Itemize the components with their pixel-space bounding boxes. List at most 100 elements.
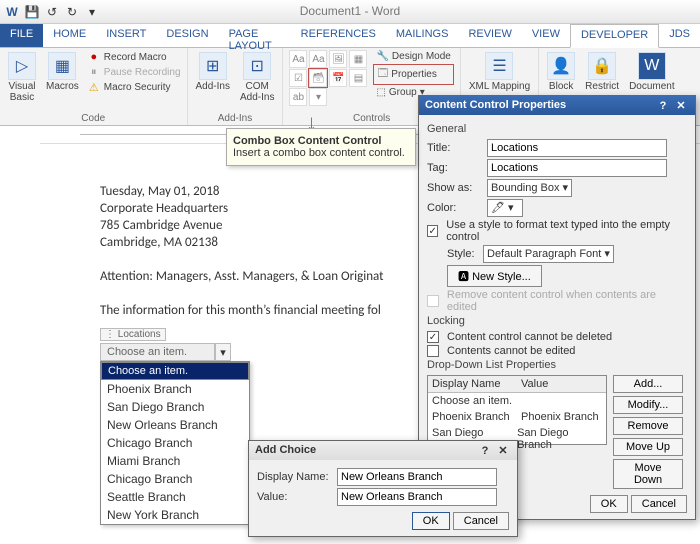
field-label: Color: (427, 202, 483, 214)
tag-input[interactable] (487, 159, 667, 177)
dropdown-option[interactable]: San Diego Branch (101, 398, 249, 416)
block-button[interactable]: 👤Block (545, 50, 577, 94)
dropdown-list[interactable]: Display NameValue Choose an item. Phoeni… (427, 375, 607, 445)
dropdown-option[interactable]: Chicago Branch (101, 470, 249, 488)
dropdown-option[interactable]: Phoenix Branch (101, 380, 249, 398)
xml-mapping-button[interactable]: ☰XML Mapping (467, 50, 532, 94)
section-header: Drop-Down List Properties (427, 359, 687, 371)
move-down-button[interactable]: Move Down (613, 459, 683, 489)
quick-access-toolbar: W 💾 ↺ ↻ ▾ (0, 0, 700, 24)
control-icon[interactable]: 📅 (329, 69, 347, 87)
combo-box-control-icon[interactable]: 🗃 (309, 69, 327, 87)
tab-jds[interactable]: JDS (659, 24, 700, 47)
dropdown-option[interactable]: Chicago Branch (101, 434, 249, 452)
dropdown-option[interactable]: Choose an item. (101, 362, 249, 380)
tab-design[interactable]: DESIGN (156, 24, 218, 47)
tab-page-layout[interactable]: PAGE LAYOUT (219, 24, 291, 47)
section-header: Locking (427, 315, 687, 327)
close-icon[interactable]: ✕ (495, 444, 511, 457)
tab-mailings[interactable]: MAILINGS (386, 24, 459, 47)
group-label: Add-Ins (194, 113, 277, 124)
add-choice-dialog: Add Choice ?✕ Display Name: Value: OK Ca… (248, 440, 518, 537)
use-style-checkbox[interactable] (427, 225, 438, 237)
combo-box-title-tag: ⋮ Locations (100, 328, 166, 341)
modify-button[interactable]: Modify... (613, 396, 683, 414)
close-icon[interactable]: ✕ (673, 99, 689, 112)
tab-home[interactable]: HOME (43, 24, 96, 47)
dropdown-option[interactable]: Miami Branch (101, 452, 249, 470)
tab-review[interactable]: REVIEW (458, 24, 521, 47)
control-icon[interactable]: Aa (289, 50, 307, 68)
title-input[interactable] (487, 139, 667, 157)
lock-delete-checkbox[interactable] (427, 331, 439, 343)
dialog-titlebar: Content Control Properties ?✕ (419, 96, 695, 115)
field-label: Display Name: (257, 471, 333, 483)
control-icon[interactable]: 🖼 (329, 50, 347, 68)
list-row[interactable]: Phoenix BranchPhoenix Branch (428, 409, 606, 425)
new-style-button[interactable]: 🅰 New Style... (447, 265, 542, 287)
tab-file[interactable]: FILE (0, 24, 43, 47)
record-macro-button[interactable]: ●Record Macro (87, 50, 181, 64)
control-icon[interactable]: ▤ (349, 69, 367, 87)
help-icon[interactable]: ? (655, 100, 671, 112)
macro-security-button[interactable]: ⚠Macro Security (87, 80, 181, 94)
dialog-titlebar: Add Choice ?✕ (249, 441, 517, 460)
remove-button[interactable]: Remove (613, 417, 683, 435)
group-label: Code (6, 113, 181, 124)
tab-insert[interactable]: INSERT (96, 24, 156, 47)
tab-view[interactable]: VIEW (522, 24, 570, 47)
visual-basic-button[interactable]: ▷Visual Basic (6, 50, 38, 105)
com-addins-button[interactable]: ⊡COM Add-Ins (238, 50, 276, 105)
addins-button[interactable]: ⊞Add-Ins (194, 50, 232, 94)
field-label: Style: (447, 248, 479, 260)
undo-icon[interactable]: ↺ (44, 4, 60, 20)
cancel-button[interactable]: Cancel (631, 495, 687, 513)
group-addins: ⊞Add-Ins ⊡COM Add-Ins Add-Ins (188, 48, 284, 125)
add-button[interactable]: Add... (613, 375, 683, 393)
properties-button[interactable]: 🗔Properties (373, 64, 453, 85)
field-label: Title: (427, 142, 483, 154)
checkbox-label: Contents cannot be edited (447, 345, 575, 357)
cancel-button[interactable]: Cancel (453, 512, 509, 530)
move-up-button[interactable]: Move Up (613, 438, 683, 456)
field-label: Show as: (427, 182, 483, 194)
checkbox-label: Content control cannot be deleted (447, 331, 612, 343)
macros-button[interactable]: ▦Macros (44, 50, 81, 94)
dropdown-option[interactable]: New Orleans Branch (101, 416, 249, 434)
control-icon[interactable]: ab (289, 88, 307, 106)
dropdown-option[interactable]: Seattle Branch (101, 488, 249, 506)
word-icon: W (4, 4, 20, 20)
field-label: Value: (257, 491, 333, 503)
restrict-button[interactable]: 🔒Restrict (583, 50, 621, 94)
control-icon[interactable]: ☑ (289, 69, 307, 87)
field-label: Tag: (427, 162, 483, 174)
combo-dropdown[interactable]: Choose an item. Phoenix Branch San Diego… (100, 361, 250, 525)
combo-box-tooltip: Combo Box Content Control Insert a combo… (226, 128, 416, 166)
display-name-input[interactable] (337, 468, 497, 486)
help-icon[interactable]: ? (477, 445, 493, 457)
ok-button[interactable]: OK (590, 495, 628, 513)
list-row[interactable]: Choose an item. (428, 393, 606, 409)
checkbox-label: Remove content control when contents are… (447, 289, 687, 313)
qat-more-icon[interactable]: ▾ (84, 4, 100, 20)
save-icon[interactable]: 💾 (24, 4, 40, 20)
color-picker[interactable]: 🖊 ▾ (487, 199, 523, 217)
redo-icon[interactable]: ↻ (64, 4, 80, 20)
show-as-select[interactable]: Bounding Box ▾ (487, 179, 572, 197)
design-mode-button[interactable]: 🔧Design Mode (373, 50, 453, 63)
tab-references[interactable]: REFERENCES (291, 24, 386, 47)
chevron-down-icon[interactable]: ▾ (215, 343, 231, 361)
pause-recording-button[interactable]: ⏸Pause Recording (87, 65, 181, 79)
ribbon-tabbar: FILE HOME INSERT DESIGN PAGE LAYOUT REFE… (0, 24, 700, 48)
dropdown-option[interactable]: New York Branch (101, 506, 249, 524)
control-icon[interactable]: Aa (309, 50, 327, 68)
group-code: ▷Visual Basic ▦Macros ●Record Macro ⏸Pau… (0, 48, 188, 125)
lock-edit-checkbox[interactable] (427, 345, 439, 357)
control-icon[interactable]: ▾ (309, 88, 327, 106)
document-template-button[interactable]: WDocument (627, 50, 677, 94)
style-select[interactable]: Default Paragraph Font ▾ (483, 245, 614, 263)
value-input[interactable] (337, 488, 497, 506)
ok-button[interactable]: OK (412, 512, 450, 530)
control-icon[interactable]: ▦ (349, 50, 367, 68)
tab-developer[interactable]: DEVELOPER (570, 24, 659, 48)
